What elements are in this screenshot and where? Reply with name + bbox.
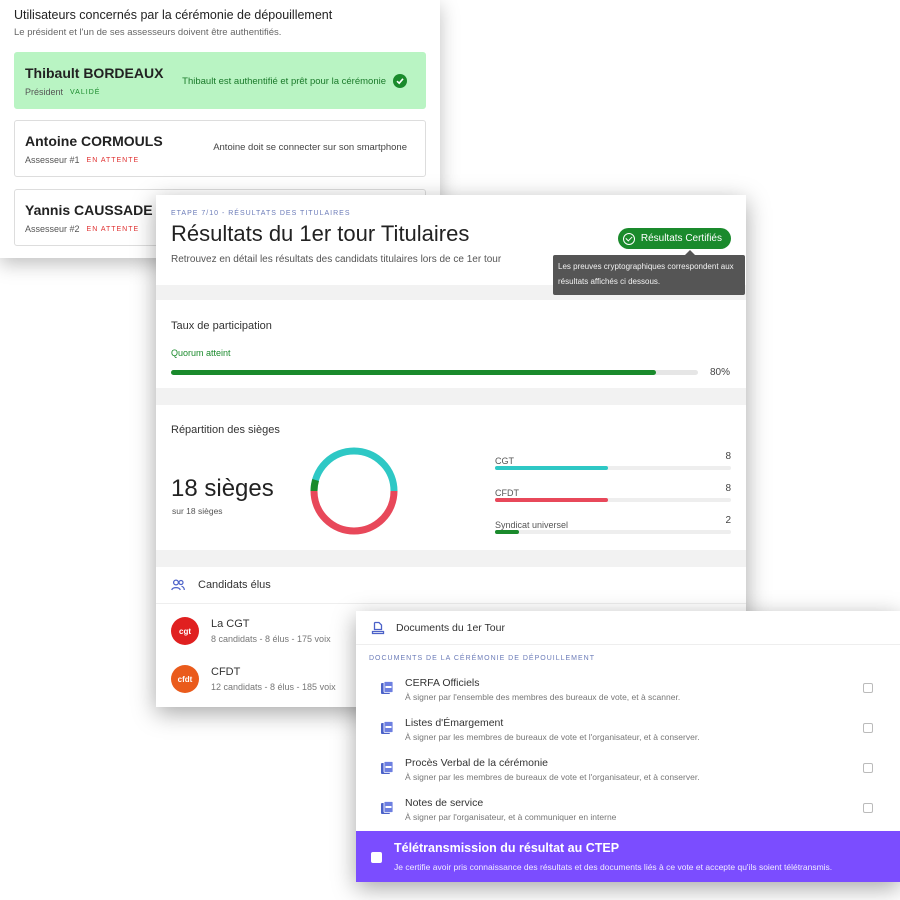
user-message-text: Thibault est authentifié et prêt pour la…	[182, 75, 386, 87]
list-item[interactable]: cgt La CGT 8 candidats - 8 élus - 175 vo…	[171, 611, 331, 651]
participation-title: Taux de participation	[171, 320, 272, 332]
elected-header: Candidats élus	[156, 567, 746, 604]
legend-value: 8	[725, 483, 731, 494]
cfdt-logo: cfdt	[171, 665, 199, 693]
document-description: À signer par les membres de bureaux de v…	[405, 772, 700, 782]
seats-subtotal: sur 18 sièges	[172, 506, 223, 516]
pdf-file-icon	[381, 761, 394, 774]
document-row[interactable]: Listes d'Émargement À signer par les mem…	[356, 715, 900, 755]
certified-tooltip: Les preuves cryptographiques corresponde…	[553, 250, 745, 295]
legend-value: 2	[725, 515, 731, 526]
status-badge: EN ATTENTE	[86, 156, 140, 164]
participation-progress: 80%	[171, 367, 731, 378]
document-row[interactable]: CERFA Officiels À signer par l'ensemble …	[356, 675, 900, 715]
elected-title: Candidats élus	[198, 579, 271, 591]
seats-donut-chart	[310, 447, 398, 535]
legend-item-cfdt: CFDT 8	[495, 483, 731, 515]
document-description: À signer par l'ensemble des membres des …	[405, 692, 681, 702]
document-description: À signer par l'organisateur, et à commun…	[405, 812, 617, 822]
legend-value: 8	[725, 451, 731, 462]
legend-fill	[495, 530, 519, 534]
pdf-file-icon	[381, 721, 394, 734]
user-role-label: Président	[25, 87, 64, 97]
auth-title: Utilisateurs concernés par la cérémonie …	[14, 8, 333, 22]
documents-panel: Documents du 1er Tour DOCUMENTS DE LA CÉ…	[356, 611, 900, 882]
list-item[interactable]: cfdt CFDT 12 candidats - 8 élus - 185 vo…	[171, 659, 336, 699]
status-badge: EN ATTENTE	[86, 225, 140, 233]
ctep-description: Je certifie avoir pris connaissance des …	[394, 862, 833, 872]
candidate-detail: 8 candidats - 8 élus - 175 voix	[211, 634, 331, 644]
user-message: Thibault est authentifié et prêt pour la…	[182, 74, 407, 88]
user-card-president[interactable]: Thibault BORDEAUX Président VALIDÉ Thiba…	[14, 52, 426, 109]
users-icon	[171, 579, 185, 591]
user-card-assessor-1[interactable]: Antoine CORMOULS Assesseur #1 EN ATTENTE…	[14, 120, 426, 177]
seats-section: Répartition des sièges 18 sièges sur 18 …	[156, 405, 746, 550]
legend-fill	[495, 498, 609, 502]
legend-item-cgt: CGT 8	[495, 451, 731, 483]
donut-segment-cfdt	[310, 490, 398, 535]
candidate-detail: 12 candidats - 8 élus - 185 voix	[211, 682, 336, 692]
step-label: ETAPE 7/10 - RÉSULTATS DES TITULAIRES	[171, 210, 351, 217]
legend-item-syndicat-universel: Syndicat universel 2	[495, 515, 731, 547]
user-role-label: Assesseur #1	[25, 155, 80, 165]
document-stamp-icon	[371, 621, 385, 634]
pdf-file-icon	[381, 801, 394, 814]
check-circle-icon	[393, 74, 407, 88]
check-circle-icon	[622, 232, 635, 245]
participation-value: 80%	[710, 367, 731, 378]
candidate-name: La CGT	[211, 618, 250, 630]
candidate-name: CFDT	[211, 666, 241, 678]
certified-badge[interactable]: Résultats Certifiés	[617, 228, 731, 249]
document-description: À signer par les membres de bureaux de v…	[405, 732, 700, 742]
document-name: CERFA Officiels	[405, 677, 480, 689]
user-message: Antoine doit se connecter sur son smartp…	[213, 142, 407, 153]
donut-segment-su	[310, 479, 319, 492]
cgt-logo: cgt	[171, 617, 199, 645]
user-message-text: Antoine doit se connecter sur son smartp…	[213, 142, 407, 153]
ctep-transmission-bar[interactable]: Télétransmission du résultat au CTEP Je …	[356, 831, 900, 882]
ctep-title: Télétransmission du résultat au CTEP	[394, 841, 620, 855]
legend-fill	[495, 466, 609, 470]
legend-name: CGT	[495, 456, 514, 466]
legend-name: CFDT	[495, 488, 519, 498]
legend-track	[495, 466, 731, 470]
auth-subtitle: Le président et l'un de ses assesseurs d…	[14, 27, 282, 38]
document-checkbox[interactable]	[863, 803, 873, 813]
donut-segment-cgt	[310, 447, 398, 492]
document-checkbox[interactable]	[863, 683, 873, 693]
documents-title: Documents du 1er Tour	[396, 621, 505, 634]
certified-label: Résultats Certifiés	[640, 233, 722, 244]
progress-track	[171, 370, 698, 375]
document-checkbox[interactable]	[863, 763, 873, 773]
pdf-file-icon	[381, 681, 394, 694]
quorum-status: Quorum atteint	[171, 348, 231, 358]
seats-title: Répartition des sièges	[171, 424, 280, 436]
document-name: Notes de service	[405, 797, 484, 809]
document-row[interactable]: Procès Verbal de la cérémonie À signer p…	[356, 755, 900, 795]
user-role-label: Assesseur #2	[25, 224, 80, 234]
document-row[interactable]: Notes de service À signer par l'organisa…	[356, 795, 900, 835]
documents-header: Documents du 1er Tour	[356, 611, 900, 645]
legend-track	[495, 498, 731, 502]
seats-total: 18 sièges	[171, 475, 274, 502]
document-checkbox[interactable]	[863, 723, 873, 733]
documents-section-label: DOCUMENTS DE LA CÉRÉMONIE DE DÉPOUILLEME…	[369, 655, 595, 662]
legend-track	[495, 530, 731, 534]
user-role: Président VALIDÉ	[25, 87, 415, 97]
status-badge: VALIDÉ	[70, 88, 101, 96]
document-name: Listes d'Émargement	[405, 717, 504, 729]
progress-fill	[171, 370, 656, 375]
legend-name: Syndicat universel	[495, 520, 569, 530]
user-role: Assesseur #1 EN ATTENTE	[25, 155, 415, 165]
document-name: Procès Verbal de la cérémonie	[405, 757, 548, 769]
participation-section: Taux de participation Quorum atteint 80%	[156, 300, 746, 388]
seats-legend: CGT 8 CFDT 8 Syndicat universel 2	[495, 451, 731, 547]
ctep-checkbox[interactable]	[371, 852, 382, 863]
